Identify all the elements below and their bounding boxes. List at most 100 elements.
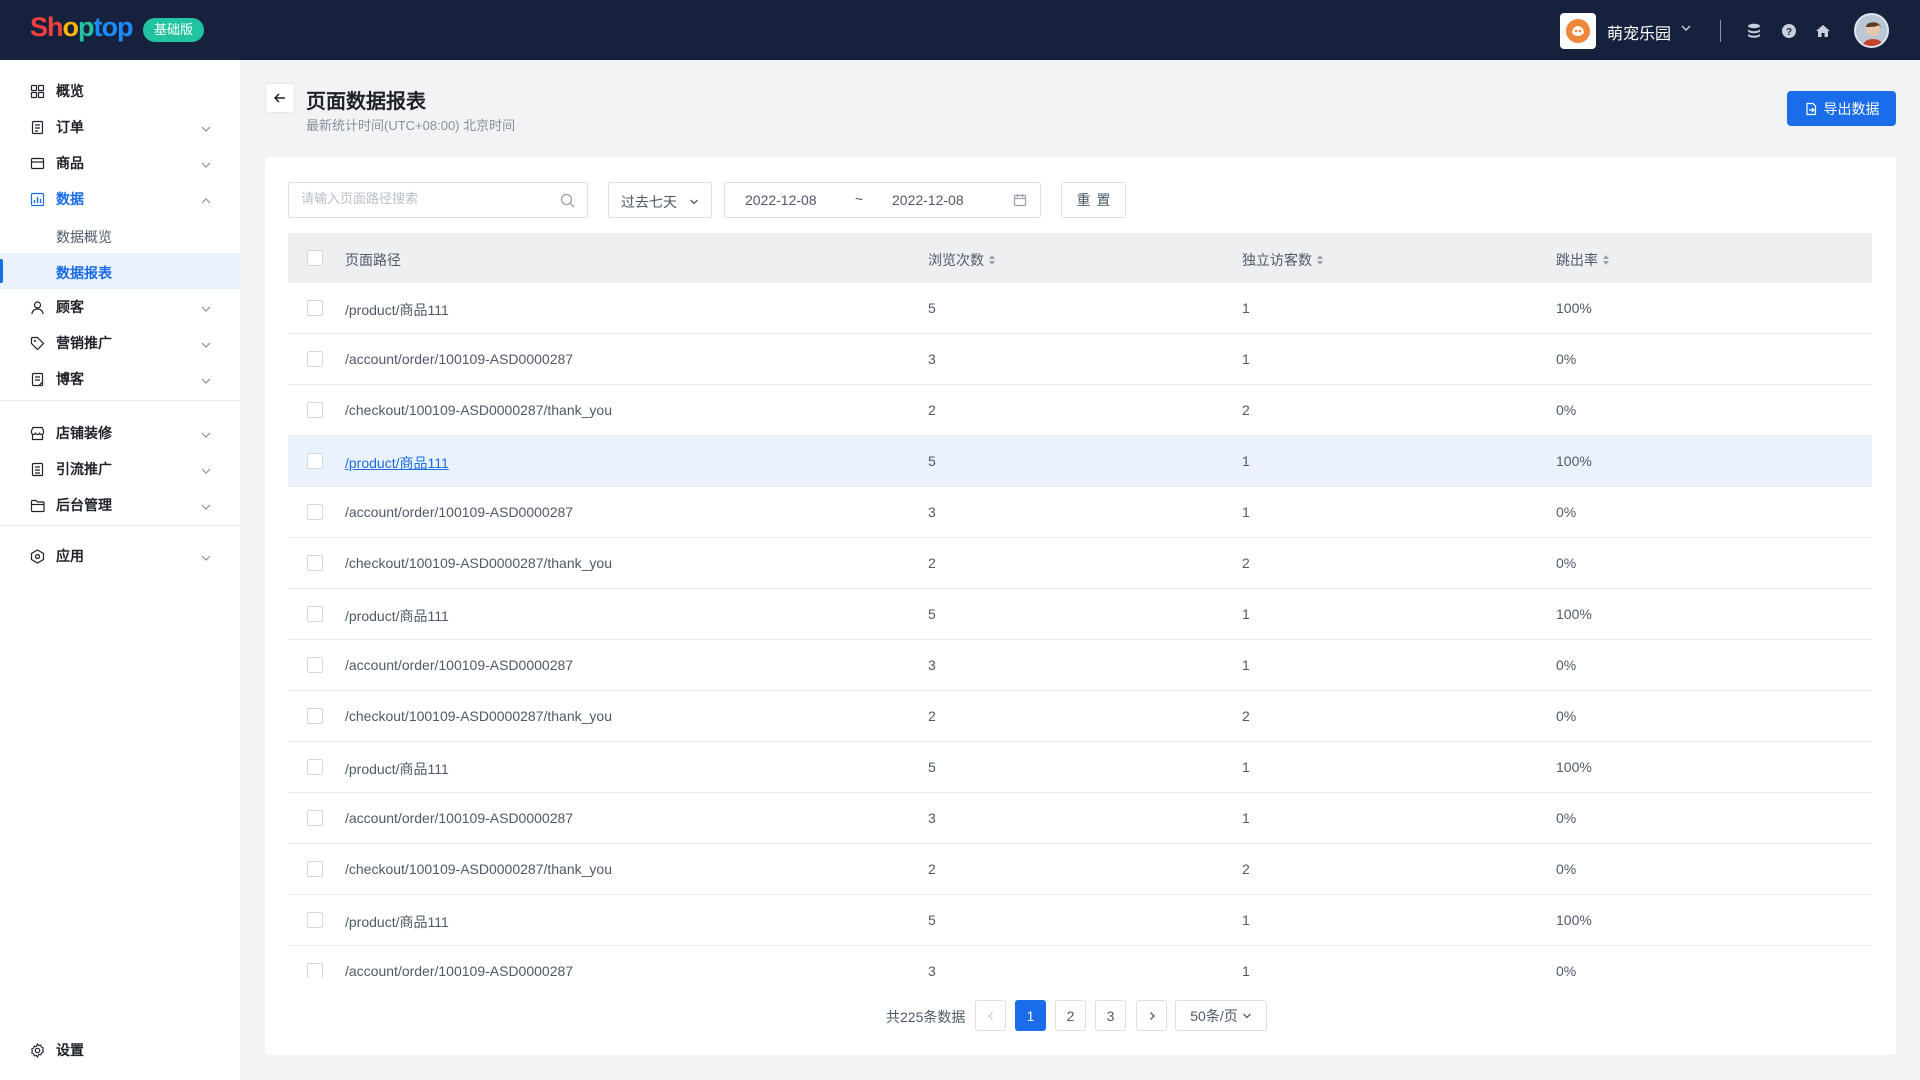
row-checkbox[interactable] [307, 504, 323, 520]
page-button-2[interactable]: 2 [1055, 1000, 1086, 1031]
sidebar-item-overview[interactable]: 概览 [0, 73, 240, 109]
row-checkbox[interactable] [307, 810, 323, 826]
cell-bounce: 0% [1556, 555, 1577, 571]
column-label: 页面路径 [345, 252, 401, 268]
cell-bounce: 100% [1556, 453, 1592, 469]
row-checkbox[interactable] [307, 657, 323, 673]
cell-path: /checkout/100109-ASD0000287/thank_you [345, 555, 612, 571]
logo-letter: p [117, 12, 133, 42]
cell-bounce: 100% [1556, 300, 1592, 316]
cell-bounce: 100% [1556, 912, 1592, 928]
reset-button[interactable]: 重置 [1061, 182, 1126, 218]
row-checkbox[interactable] [307, 351, 323, 367]
sidebar-subitem-data-overview[interactable]: 数据概览 [0, 217, 240, 253]
date-start[interactable]: 2022-12-08 [745, 192, 817, 208]
row-checkbox[interactable] [307, 759, 323, 775]
sidebar-item-admin[interactable]: 后台管理 [0, 487, 240, 523]
next-page-button[interactable] [1136, 1000, 1167, 1031]
sidebar-item-customers[interactable]: 顾客 [0, 289, 240, 325]
table-header: 页面路径 浏览次数 独立访客数 跳出率 [288, 233, 1872, 283]
chevron-right-icon [1149, 1011, 1155, 1020]
row-checkbox[interactable] [307, 402, 323, 418]
chevron-down-icon[interactable] [200, 303, 212, 315]
store-avatar[interactable] [1560, 13, 1596, 49]
row-checkbox[interactable] [307, 453, 323, 469]
sort-icon[interactable] [1316, 254, 1324, 266]
sort-icon[interactable] [988, 254, 996, 266]
page-size-select[interactable]: 50条/页 [1175, 1000, 1267, 1031]
sort-icon[interactable] [1602, 254, 1610, 266]
cell-views: 5 [928, 759, 936, 775]
search-input[interactable] [301, 191, 551, 206]
sidebar-item-store-design[interactable]: 店铺装修 [0, 415, 240, 451]
page-subtitle: 最新统计时间(UTC+08:00) 北京时间 [306, 118, 516, 133]
sidebar-item-orders[interactable]: 订单 [0, 109, 240, 145]
export-data-button[interactable]: 导出数据 [1787, 91, 1896, 126]
chevron-down-icon[interactable] [200, 123, 212, 135]
search-field[interactable] [288, 182, 588, 218]
column-label: 浏览次数 [928, 252, 984, 268]
chevron-down-icon[interactable] [200, 339, 212, 351]
chevron-down-icon[interactable] [200, 429, 212, 441]
chevron-up-icon[interactable] [200, 195, 212, 207]
row-checkbox[interactable] [307, 861, 323, 877]
cell-path: /account/order/100109-ASD0000287 [345, 810, 574, 826]
chevron-down-icon[interactable] [200, 159, 212, 171]
column-header-views[interactable]: 浏览次数 [928, 250, 996, 270]
cell-bounce: 0% [1556, 708, 1577, 724]
sidebar-item-blog[interactable]: 博客 [0, 361, 240, 397]
row-checkbox[interactable] [307, 963, 323, 978]
row-checkbox[interactable] [307, 912, 323, 928]
settings-icon [31, 1043, 44, 1058]
calendar-icon[interactable] [1013, 193, 1027, 207]
sidebar-item-label: 商品 [56, 155, 84, 171]
search-icon[interactable] [560, 193, 575, 208]
sidebar-item-data[interactable]: 数据 [0, 181, 240, 217]
date-range-picker[interactable]: 2022-12-08 ~ 2022-12-08 [724, 182, 1041, 218]
row-checkbox[interactable] [307, 555, 323, 571]
user-avatar[interactable] [1854, 13, 1889, 48]
column-header-bounce[interactable]: 跳出率 [1556, 250, 1610, 270]
time-range-select[interactable]: 过去七天 [608, 182, 712, 218]
cell-views: 5 [928, 606, 936, 622]
sidebar-item-settings[interactable]: 设置 [0, 1032, 240, 1068]
sidebar-item-apps[interactable]: 应用 [0, 538, 240, 574]
sidebar-item-products[interactable]: 商品 [0, 145, 240, 181]
sidebar-item-marketing[interactable]: 营销推广 [0, 325, 240, 361]
sidebar-subitem-data-report[interactable]: 数据报表 [0, 253, 240, 289]
prev-page-button[interactable] [975, 1000, 1006, 1031]
cell-views: 5 [928, 912, 936, 928]
table-row: /product/商品111 5 1 100% [288, 283, 1872, 334]
time-range-value: 过去七天 [621, 194, 677, 210]
page-button-1[interactable]: 1 [1015, 1000, 1046, 1031]
cell-views: 5 [928, 300, 936, 316]
home-icon[interactable] [1814, 22, 1832, 40]
chevron-down-icon[interactable] [200, 465, 212, 477]
cell-bounce: 0% [1556, 402, 1577, 418]
help-icon[interactable]: ? [1780, 22, 1798, 40]
row-checkbox[interactable] [307, 606, 323, 622]
select-all-checkbox[interactable] [307, 250, 323, 266]
cell-path[interactable]: /product/商品111 [345, 453, 449, 473]
column-header-path: 页面路径 [345, 250, 401, 270]
chevron-down-icon[interactable] [200, 552, 212, 564]
cell-visitors: 1 [1242, 300, 1250, 316]
sidebar-item-traffic[interactable]: 引流推广 [0, 451, 240, 487]
cell-views: 2 [928, 861, 936, 877]
row-checkbox[interactable] [307, 300, 323, 316]
cell-path: /account/order/100109-ASD0000287 [345, 657, 574, 673]
chevron-down-icon[interactable] [200, 375, 212, 387]
table-row: /product/商品111 5 1 100% [288, 895, 1872, 946]
back-button[interactable] [265, 83, 295, 113]
chevron-down-icon[interactable] [200, 501, 212, 513]
database-icon[interactable] [1745, 22, 1763, 40]
shoptop-logo[interactable]: Shoptop [30, 12, 133, 43]
column-header-visitors[interactable]: 独立访客数 [1242, 250, 1324, 270]
chevron-down-icon[interactable] [1680, 22, 1692, 34]
date-end[interactable]: 2022-12-08 [892, 192, 964, 208]
cell-visitors: 1 [1242, 810, 1250, 826]
row-checkbox[interactable] [307, 708, 323, 724]
store-name[interactable]: 萌宠乐园 [1607, 20, 1671, 44]
page-button-3[interactable]: 3 [1095, 1000, 1126, 1031]
cell-path: /checkout/100109-ASD0000287/thank_you [345, 708, 612, 724]
